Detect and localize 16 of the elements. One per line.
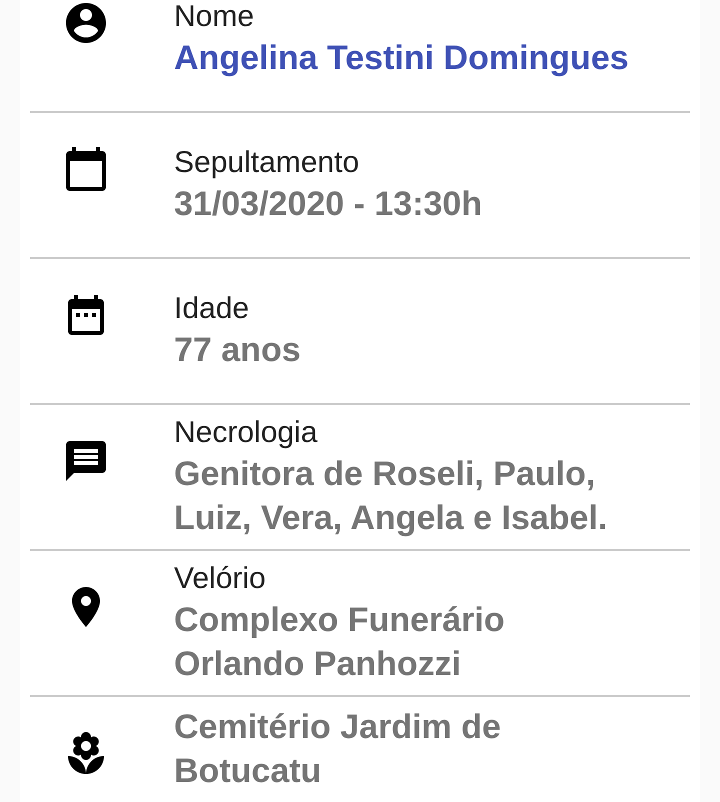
- field-label: Sepultamento: [174, 145, 360, 181]
- field-label: Nome: [174, 0, 254, 35]
- calendar-dots-icon: [68, 295, 104, 335]
- field-value: Cemitério Jardim de Botucatu: [174, 707, 502, 792]
- person-name: Angelina Testini Domingues: [174, 38, 629, 79]
- map-pin-icon: [72, 587, 100, 627]
- field-label: Idade: [174, 291, 250, 327]
- field-value: Genitora de Roseli, Paulo, Luiz, Vera, Angela e Isabel.: [174, 454, 608, 539]
- field-label: Velório: [174, 561, 266, 597]
- field-value: 31/03/2020 - 13:30h: [174, 184, 482, 225]
- field-value: Complexo Funerário Orlando Panhozzi: [174, 600, 506, 685]
- message-icon: [66, 441, 106, 481]
- field-value: 77 anos: [174, 330, 301, 371]
- flower-icon: [68, 732, 104, 774]
- field-label: Necrologia: [174, 415, 318, 451]
- calendar-icon: [66, 147, 106, 191]
